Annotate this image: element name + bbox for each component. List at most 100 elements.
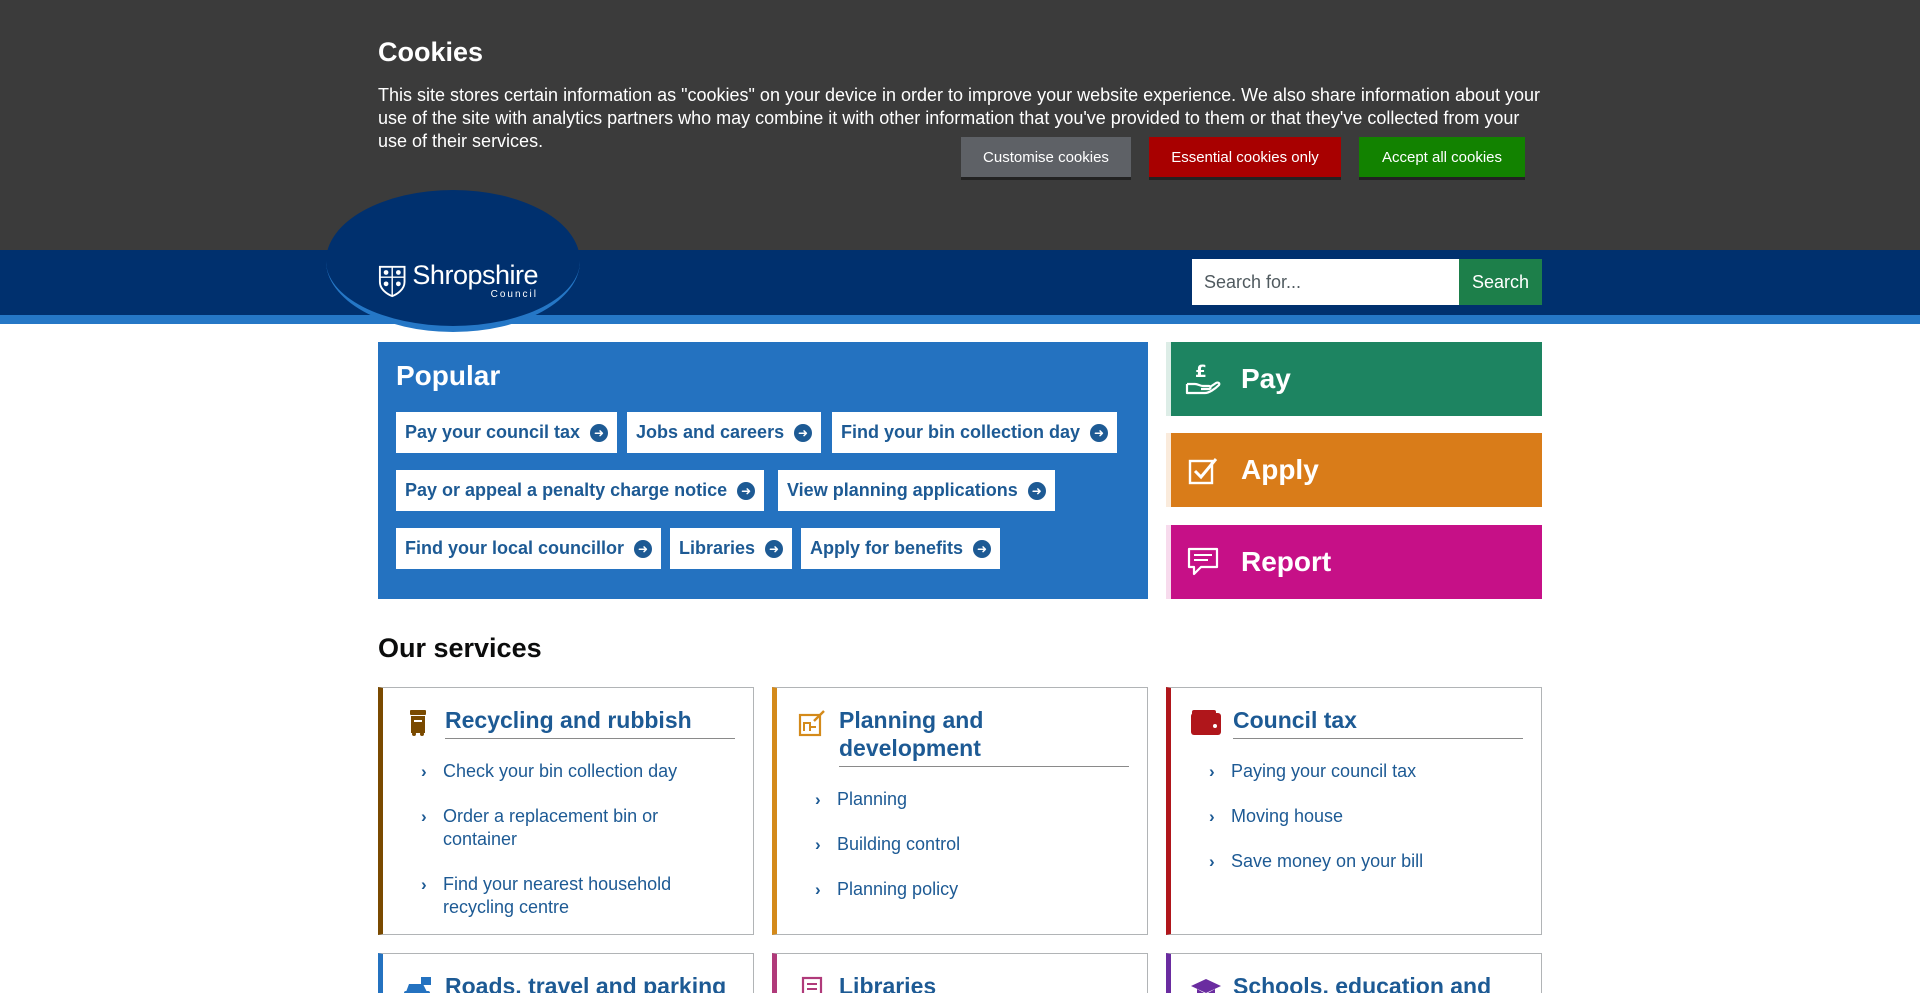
customise-cookies-button[interactable]: Customise cookies [961,137,1131,177]
services-title: Our services [378,633,542,663]
service-card-planning: Planning and development › Planning › Buil… [772,687,1148,935]
popular-link[interactable]: View planning applications ➜ [778,470,1055,511]
card-link[interactable]: › Order a replacement bin or container [421,805,735,851]
popular-link[interactable]: Pay your council tax ➜ [396,412,618,453]
arrow-right-icon: ➜ [973,539,992,558]
popular-title: Popular [396,360,501,391]
pay-tile[interactable]: £ Pay [1166,342,1542,416]
header-stripe [0,315,1920,324]
pay-hand-icon: £ [1185,361,1221,397]
card-link-label: Planning policy [837,879,959,899]
card-link-label: Order a replacement bin or container [443,806,659,849]
logo-text: Shropshire Council [412,262,538,300]
service-card-roads: Roads, travel and parking [378,953,754,993]
card-link-label: Building control [837,834,961,854]
arrow-right-icon: ➜ [737,481,756,500]
popular-panel: Popular Pay your council tax ➜ Jobs and c… [378,342,1148,599]
search-input[interactable]: Search for... [1192,259,1460,305]
checkbox-icon [1185,452,1221,488]
arrow-right-icon: ➜ [634,539,653,558]
essential-cookies-button[interactable]: Essential cookies only [1149,137,1341,177]
speech-bubble-icon [1185,544,1221,580]
card-title[interactable]: Roads, travel and parking [445,972,735,993]
card-links: › Check your bin collection day › Order a … [421,760,735,941]
card-link[interactable]: › Moving house [1209,805,1523,828]
cookie-title: Cookies [378,37,484,67]
blueprint-icon [795,706,829,740]
wallet-icon [1189,706,1223,740]
chevron-right-icon: › [815,790,821,809]
cookie-banner: Cookies This site stores certain informa… [0,0,1920,250]
popular-link-label: Find your local councillor [405,538,625,558]
popular-link-label: Jobs and careers [636,422,785,442]
card-link-label: Find your nearest household recycling ce… [443,874,672,917]
cookie-buttons: Customise cookies Essential cookies only… [961,137,1525,177]
card-link[interactable]: › Find your nearest household recycling c… [421,873,735,919]
arrow-right-icon: ➜ [794,423,813,442]
card-link[interactable]: › Save money on your bill [1209,850,1523,873]
chevron-right-icon: › [1209,807,1215,826]
service-card-council-tax: Council tax › Paying your council tax › Mo… [1166,687,1542,935]
popular-link[interactable]: Find your bin collection day ➜ [832,412,1118,453]
popular-link-label: Pay your council tax [405,422,581,442]
popular-link-label: Libraries [679,538,756,558]
popular-link[interactable]: Libraries ➜ [670,528,793,569]
arrow-right-icon: ➜ [1027,481,1046,500]
popular-link[interactable]: Find your local councillor ➜ [396,528,662,569]
card-title[interactable]: Schools, education and [1233,972,1523,993]
service-card-libraries: Libraries [772,953,1148,993]
apply-tile[interactable]: Apply [1166,433,1542,507]
report-label: Report [1241,546,1332,577]
card-links: › Paying your council tax › Moving house ›… [1209,760,1523,895]
popular-link[interactable]: Jobs and careers ➜ [627,412,822,453]
card-link[interactable]: › Planning policy [815,878,1129,901]
apply-label: Apply [1241,454,1319,485]
card-link-label: Save money on your bill [1231,851,1424,871]
card-link[interactable]: › Planning [815,788,1129,811]
popular-link-label: View planning applications [787,480,1018,500]
arrow-right-icon: ➜ [765,539,784,558]
graduation-cap-icon [1189,972,1223,993]
popular-link-label: Pay or appeal a penalty charge notice [405,480,728,500]
chevron-right-icon: › [815,835,821,854]
card-link-label: Moving house [1231,806,1344,826]
crest-icon [378,265,406,298]
chevron-right-icon: › [421,875,427,894]
site-header [0,250,1920,315]
service-card-recycling: Recycling and rubbish › Check your bin co… [378,687,754,935]
card-link-label: Planning [837,789,908,809]
card-link[interactable]: › Paying your council tax [1209,760,1523,783]
card-link[interactable]: › Building control [815,833,1129,856]
card-title[interactable]: Council tax [1233,706,1523,739]
arrow-right-icon: ➜ [1090,423,1109,442]
arrow-right-icon: ➜ [590,423,609,442]
report-tile[interactable]: Report [1166,525,1542,599]
card-link[interactable]: › Check your bin collection day [421,760,735,783]
site-logo[interactable]: Shropshire Council [378,262,538,300]
popular-link-label: Apply for benefits [810,538,964,558]
popular-link[interactable]: Apply for benefits ➜ [801,528,1001,569]
chevron-right-icon: › [1209,852,1215,871]
chevron-right-icon: › [421,762,427,781]
card-title[interactable]: Recycling and rubbish [445,706,735,739]
card-title[interactable]: Planning and development [839,706,1129,767]
popular-link[interactable]: Pay or appeal a penalty charge notice ➜ [396,470,765,511]
cookie-banner-content: Cookies This site stores certain informa… [378,36,1542,153]
card-link-label: Paying your council tax [1231,761,1417,781]
card-title[interactable]: Libraries [839,972,1129,993]
chevron-right-icon: › [815,880,821,899]
chevron-right-icon: › [421,807,427,826]
popular-link-label: Find your bin collection day [841,422,1081,442]
svg-text:£: £ [1195,362,1207,382]
logo-sub: Council [490,289,538,300]
pay-label: Pay [1241,363,1291,394]
search-button[interactable]: Search [1459,259,1542,305]
accept-cookies-button[interactable]: Accept all cookies [1359,137,1525,177]
book-icon [795,972,829,993]
card-links: › Planning › Building control › Planning po… [815,788,1129,923]
logo-name: Shropshire [412,260,538,290]
wheelie-bin-icon [401,706,435,740]
card-link-label: Check your bin collection day [443,761,678,781]
chevron-right-icon: › [1209,762,1215,781]
car-icon [401,972,435,993]
